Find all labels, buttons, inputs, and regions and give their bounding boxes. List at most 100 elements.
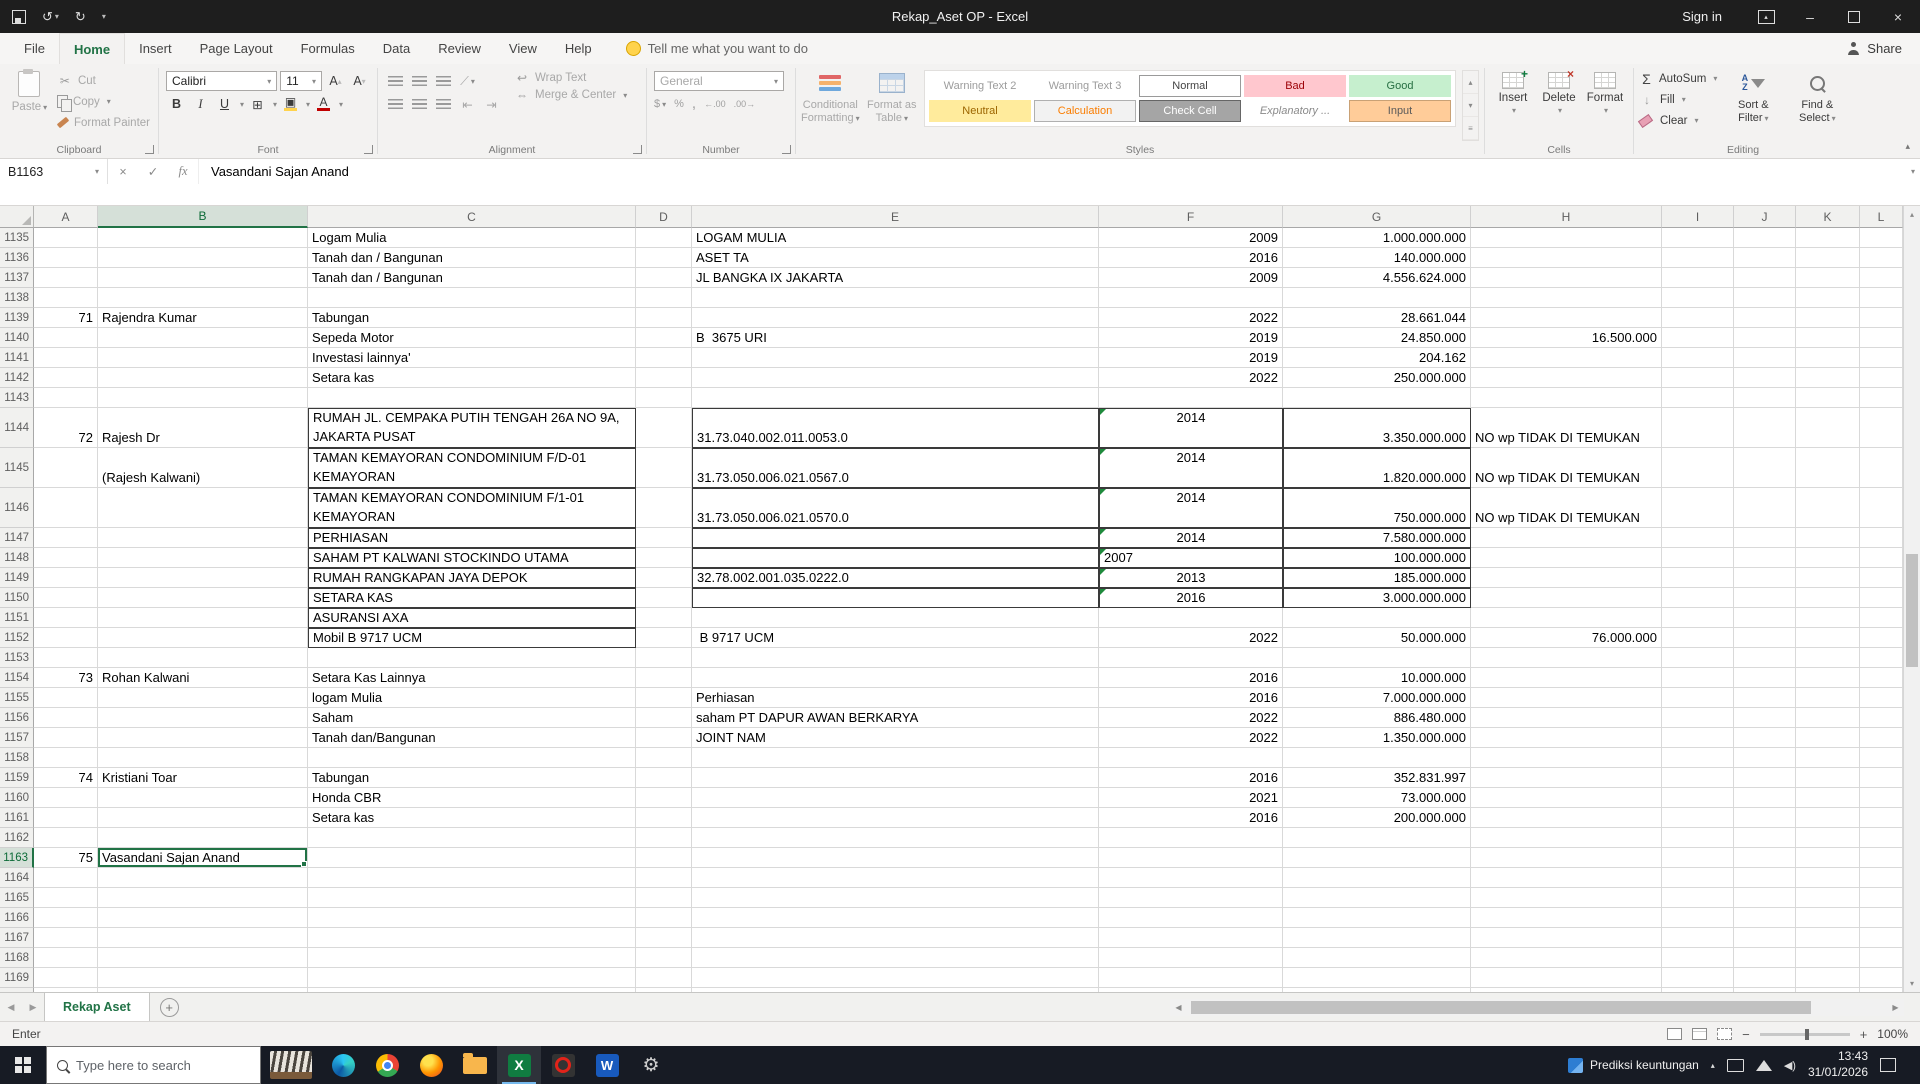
cell-K1163[interactable] [1796,848,1860,868]
cell-D1145[interactable] [636,448,692,488]
cell-A1155[interactable] [34,688,98,708]
cell-G1149[interactable]: 185.000.000 [1283,568,1471,588]
taskbar-folder-button[interactable] [453,1046,497,1084]
cell-L1151[interactable] [1860,608,1903,628]
cell-I1146[interactable] [1662,488,1734,528]
cell-G1145[interactable]: 1.820.000.000 [1283,448,1471,488]
minimize-button[interactable]: – [1788,0,1832,33]
font-color-button[interactable]: A [313,94,334,114]
italic-button[interactable]: I [190,94,211,114]
cell-C1159[interactable]: Tabungan [308,768,636,788]
cell-I1156[interactable] [1662,708,1734,728]
cell-L1166[interactable] [1860,908,1903,928]
page-break-view-button[interactable] [1717,1028,1732,1040]
cell-G1162[interactable] [1283,828,1471,848]
cell-D1141[interactable] [636,348,692,368]
cell-D1136[interactable] [636,248,692,268]
formula-input[interactable]: Vasandani Sajan Anand [199,159,1920,179]
cell-G1143[interactable] [1283,388,1471,408]
cell-G1137[interactable]: 4.556.624.000 [1283,268,1471,288]
tab-page-layout[interactable]: Page Layout [186,33,287,64]
cell-A1169[interactable] [34,968,98,988]
cell-J1169[interactable] [1734,968,1796,988]
cell-B1161[interactable] [98,808,308,828]
cell-L1150[interactable] [1860,588,1903,608]
cell-D1165[interactable] [636,888,692,908]
cell-E1151[interactable] [692,608,1099,628]
cell-A1145[interactable] [34,448,98,488]
insert-cells-button[interactable]: + Insert▾ [1490,68,1536,116]
cell-E1145[interactable]: 31.73.050.006.021.0567.0 [692,448,1099,488]
cell-F1168[interactable] [1099,948,1283,968]
cell-K1164[interactable] [1796,868,1860,888]
cell-B1157[interactable] [98,728,308,748]
column-header-B[interactable]: B [98,206,308,228]
format-as-table-button[interactable]: Format as Table▾ [866,68,918,125]
row-header-1166[interactable]: 1166 [0,908,34,928]
cell-K1157[interactable] [1796,728,1860,748]
cell-F1138[interactable] [1099,288,1283,308]
cell-K1145[interactable] [1796,448,1860,488]
cell-J1158[interactable] [1734,748,1796,768]
cell-I1139[interactable] [1662,308,1734,328]
cell-H1163[interactable] [1471,848,1662,868]
taskbar-thumbnail-zebra[interactable] [270,1051,312,1079]
cell-J1138[interactable] [1734,288,1796,308]
cell-G1154[interactable]: 10.000.000 [1283,668,1471,688]
cell-C1147[interactable]: PERHIASAN [308,528,636,548]
normal-view-button[interactable] [1667,1028,1682,1040]
cell-H1165[interactable] [1471,888,1662,908]
column-header-H[interactable]: H [1471,206,1662,228]
cell-A1168[interactable] [34,948,98,968]
scroll-left-icon[interactable]: ◀ [1170,999,1187,1016]
cell-D1148[interactable] [636,548,692,568]
cell-H1148[interactable] [1471,548,1662,568]
cell-K1166[interactable] [1796,908,1860,928]
cell-C1145[interactable]: TAMAN KEMAYORAN CONDOMINIUM F/D-01 KEMAY… [308,448,636,488]
increase-indent-button[interactable]: ⇥ [481,94,502,114]
cell-I1167[interactable] [1662,928,1734,948]
select-all-corner[interactable] [0,206,34,228]
cell-H1169[interactable] [1471,968,1662,988]
cell-E1148[interactable] [692,548,1099,568]
cell-A1156[interactable] [34,708,98,728]
scroll-down-icon[interactable]: ▾ [1904,975,1920,992]
cell-I1149[interactable] [1662,568,1734,588]
cell-D1161[interactable] [636,808,692,828]
cell-D1157[interactable] [636,728,692,748]
page-layout-view-button[interactable] [1692,1028,1707,1040]
cell-B1147[interactable] [98,528,308,548]
row-header-1162[interactable]: 1162 [0,828,34,848]
cell-G1166[interactable] [1283,908,1471,928]
row-header-1152[interactable]: 1152 [0,628,34,648]
cell-J1167[interactable] [1734,928,1796,948]
cell-A1138[interactable] [34,288,98,308]
ribbon-display-options-button[interactable]: ▴ [1744,0,1788,33]
cell-E1170[interactable] [692,988,1099,992]
cell-B1135[interactable] [98,228,308,248]
row-header-1154[interactable]: 1154 [0,668,34,688]
cell-B1153[interactable] [98,648,308,668]
name-box[interactable]: B1163▾ [0,159,108,184]
cell-A1147[interactable] [34,528,98,548]
cell-E1150[interactable] [692,588,1099,608]
cell-B1136[interactable] [98,248,308,268]
new-sheet-button[interactable]: + [160,998,179,1017]
cell-L1164[interactable] [1860,868,1903,888]
cell-E1159[interactable] [692,768,1099,788]
cell-A1154[interactable]: 73 [34,668,98,688]
cell-I1152[interactable] [1662,628,1734,648]
cell-I1165[interactable] [1662,888,1734,908]
cell-H1157[interactable] [1471,728,1662,748]
tray-notification[interactable]: Prediksi keuntungan [1568,1058,1699,1073]
gallery-scroll-up-icon[interactable]: ▴ [1463,71,1478,94]
tab-help[interactable]: Help [551,33,606,64]
cell-H1170[interactable] [1471,988,1662,992]
collapse-ribbon-icon[interactable]: ▴ [1905,141,1910,152]
horizontal-scroll-track[interactable] [1187,999,1887,1016]
column-header-I[interactable]: I [1662,206,1734,228]
cell-L1146[interactable] [1860,488,1903,528]
align-middle-button[interactable] [409,71,430,91]
cell-K1150[interactable] [1796,588,1860,608]
cell-B1152[interactable] [98,628,308,648]
